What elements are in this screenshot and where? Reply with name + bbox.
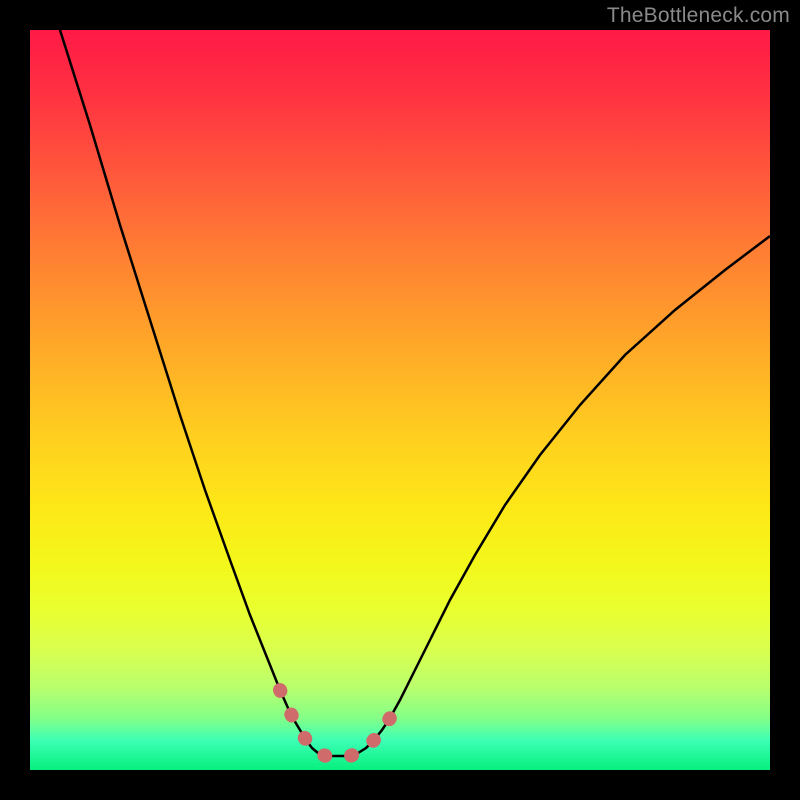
chart-frame: TheBottleneck.com — [0, 0, 800, 800]
plot-area — [30, 30, 770, 770]
highlight-segment-path — [280, 690, 400, 756]
watermark-text: TheBottleneck.com — [607, 4, 790, 28]
main-curve-path — [60, 30, 770, 756]
curve-svg — [30, 30, 770, 770]
